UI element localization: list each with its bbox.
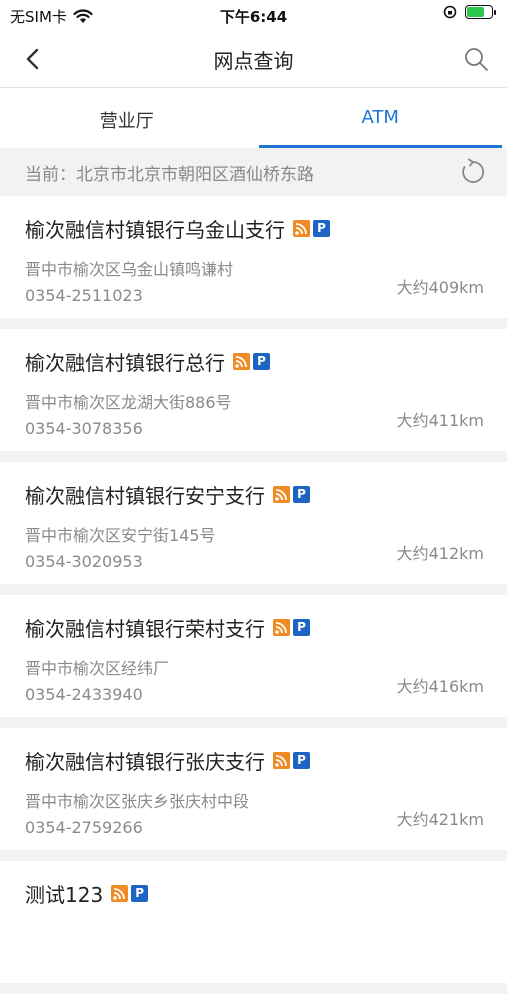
parking-icon: P [293, 752, 310, 769]
list-item[interactable]: 榆次融信村镇银行张庆支行 P 晋中市榆次区张庆乡张庆村中段 0354-27592… [0, 728, 507, 850]
branch-distance: 大约421km [397, 806, 484, 830]
badges: P [273, 619, 310, 636]
tab-atm[interactable]: ATM [254, 88, 507, 148]
branch-list: 榆次融信村镇银行乌金山支行 P 晋中市榆次区乌金山镇鸣谦村 0354-25110… [0, 196, 507, 994]
tab-bar: 营业厅 ATM [0, 88, 507, 148]
branch-name: 榆次融信村镇银行荣村支行 [25, 613, 265, 642]
branch-name: 榆次融信村镇银行安宁支行 [25, 480, 265, 509]
rss-icon [233, 353, 250, 370]
list-item[interactable]: 测试123 P [0, 861, 507, 983]
battery-icon [465, 5, 493, 19]
rss-icon [273, 752, 290, 769]
rss-icon [273, 619, 290, 636]
parking-icon: P [313, 220, 330, 237]
branch-name: 测试123 [25, 879, 103, 908]
parking-icon: P [253, 353, 270, 370]
branch-name: 榆次融信村镇银行总行 [25, 347, 225, 376]
search-icon [463, 46, 489, 72]
parking-icon: P [293, 619, 310, 636]
rss-icon [111, 885, 128, 902]
badges: P [293, 220, 330, 237]
list-item[interactable]: 榆次融信村镇银行荣村支行 P 晋中市榆次区经纬厂 0354-2433940 大约… [0, 595, 507, 717]
rss-icon [273, 486, 290, 503]
parking-icon: P [293, 486, 310, 503]
nav-bar: 网点查询 [0, 30, 507, 88]
list-item[interactable]: 榆次融信村镇银行乌金山支行 P 晋中市榆次区乌金山镇鸣谦村 0354-25110… [0, 196, 507, 318]
badges: P [273, 486, 310, 503]
orientation-lock-icon [443, 5, 457, 19]
badges: P [233, 353, 270, 370]
branch-name: 榆次融信村镇银行张庆支行 [25, 746, 265, 775]
status-time: 下午6:44 [0, 6, 507, 27]
list-item[interactable]: 榆次融信村镇银行总行 P 晋中市榆次区龙湖大街886号 0354-3078356… [0, 329, 507, 451]
badges: P [273, 752, 310, 769]
rss-icon [293, 220, 310, 237]
parking-icon: P [131, 885, 148, 902]
current-location: 当前：北京市北京市朝阳区酒仙桥东路 [25, 160, 314, 185]
tab-business-hall[interactable]: 营业厅 [0, 88, 254, 148]
status-bar: 无SIM卡 下午6:44 [0, 0, 507, 30]
branch-distance: 大约411km [397, 407, 484, 431]
branch-name: 榆次融信村镇银行乌金山支行 [25, 214, 285, 243]
branch-distance: 大约409km [397, 274, 484, 298]
list-item[interactable]: 榆次融信村镇银行安宁支行 P 晋中市榆次区安宁街145号 0354-302095… [0, 462, 507, 584]
search-button[interactable] [459, 42, 493, 76]
location-bar: 当前：北京市北京市朝阳区酒仙桥东路 [0, 150, 507, 194]
branch-distance: 大约412km [397, 540, 484, 564]
status-right [443, 5, 493, 19]
refresh-icon[interactable] [459, 158, 487, 186]
page-title: 网点查询 [0, 45, 507, 74]
badges: P [111, 885, 148, 902]
branch-distance: 大约416km [397, 673, 484, 697]
